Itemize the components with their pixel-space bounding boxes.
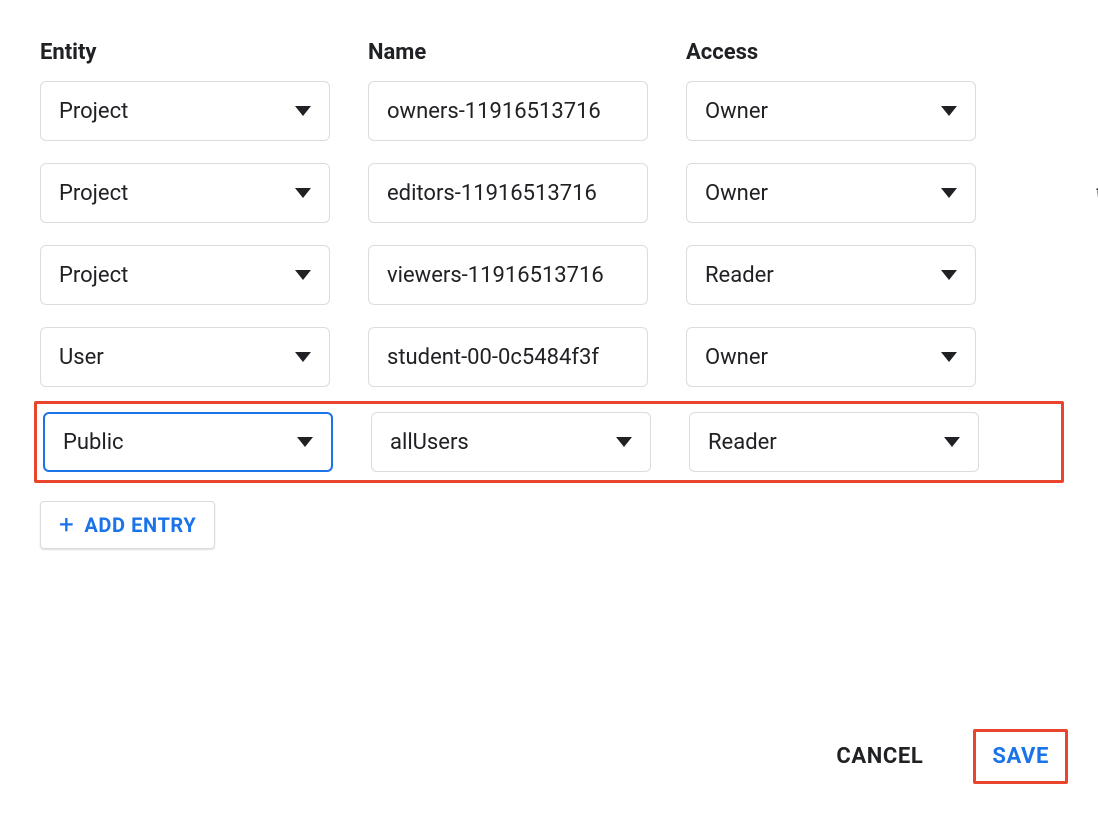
access-select[interactable]: Owner	[686, 327, 976, 387]
access-value: Reader	[705, 263, 774, 288]
entity-value: Public	[63, 430, 124, 455]
caret-down-icon	[616, 437, 632, 447]
name-input[interactable]: student-00-0c5484f3f	[368, 327, 648, 387]
name-value: allUsers	[390, 430, 469, 455]
entity-value: User	[59, 345, 104, 370]
trash-icon[interactable]	[1090, 180, 1098, 206]
access-value: Owner	[705, 99, 768, 124]
caret-down-icon	[295, 188, 311, 198]
permission-row: Project owners-11916513716 Owner	[40, 81, 1058, 141]
caret-down-icon	[295, 106, 311, 116]
dialog-footer: CANCEL SAVE	[836, 729, 1068, 784]
permission-row: Project viewers-11916513716 Reader	[40, 245, 1058, 305]
entity-select[interactable]: Public	[43, 412, 333, 472]
caret-down-icon	[297, 437, 313, 447]
access-select[interactable]: Owner	[686, 81, 976, 141]
name-select[interactable]: allUsers	[371, 412, 651, 472]
name-value: owners-11916513716	[387, 99, 601, 124]
name-input[interactable]: owners-11916513716	[368, 81, 648, 141]
access-value: Owner	[705, 345, 768, 370]
header-entity: Entity	[40, 40, 330, 65]
entity-select[interactable]: Project	[40, 81, 330, 141]
add-entry-label: ADD ENTRY	[84, 513, 196, 537]
entity-value: Project	[59, 181, 128, 206]
column-headers: Entity Name Access	[40, 40, 1058, 65]
name-input[interactable]: editors-11916513716	[368, 163, 648, 223]
entity-value: Project	[59, 263, 128, 288]
name-value: editors-11916513716	[387, 181, 597, 206]
access-value: Reader	[708, 430, 777, 455]
permission-row: Public allUsers Reader	[34, 401, 1064, 483]
permission-row: User student-00-0c5484f3f Owner	[40, 327, 1058, 387]
access-value: Owner	[705, 181, 768, 206]
header-name: Name	[368, 40, 648, 65]
permission-row: Project editors-11916513716 Owner	[40, 163, 1058, 223]
caret-down-icon	[941, 352, 957, 362]
header-access: Access	[686, 40, 976, 65]
entity-value: Project	[59, 99, 128, 124]
add-entry-button[interactable]: + ADD ENTRY	[40, 501, 215, 549]
access-select[interactable]: Owner	[686, 163, 976, 223]
access-select[interactable]: Reader	[686, 245, 976, 305]
plus-icon: +	[59, 512, 74, 538]
entity-select[interactable]: Project	[40, 163, 330, 223]
name-value: viewers-11916513716	[387, 263, 604, 288]
caret-down-icon	[944, 437, 960, 447]
caret-down-icon	[941, 188, 957, 198]
save-button[interactable]: SAVE	[973, 729, 1068, 784]
caret-down-icon	[295, 352, 311, 362]
cancel-button[interactable]: CANCEL	[836, 744, 923, 769]
entity-select[interactable]: User	[40, 327, 330, 387]
caret-down-icon	[295, 270, 311, 280]
name-input[interactable]: viewers-11916513716	[368, 245, 648, 305]
trash-icon[interactable]	[1093, 429, 1098, 455]
caret-down-icon	[941, 270, 957, 280]
permission-rows: Project owners-11916513716 Owner Project edi…	[40, 81, 1058, 475]
caret-down-icon	[941, 106, 957, 116]
entity-select[interactable]: Project	[40, 245, 330, 305]
name-value: student-00-0c5484f3f	[387, 345, 599, 370]
access-select[interactable]: Reader	[689, 412, 979, 472]
